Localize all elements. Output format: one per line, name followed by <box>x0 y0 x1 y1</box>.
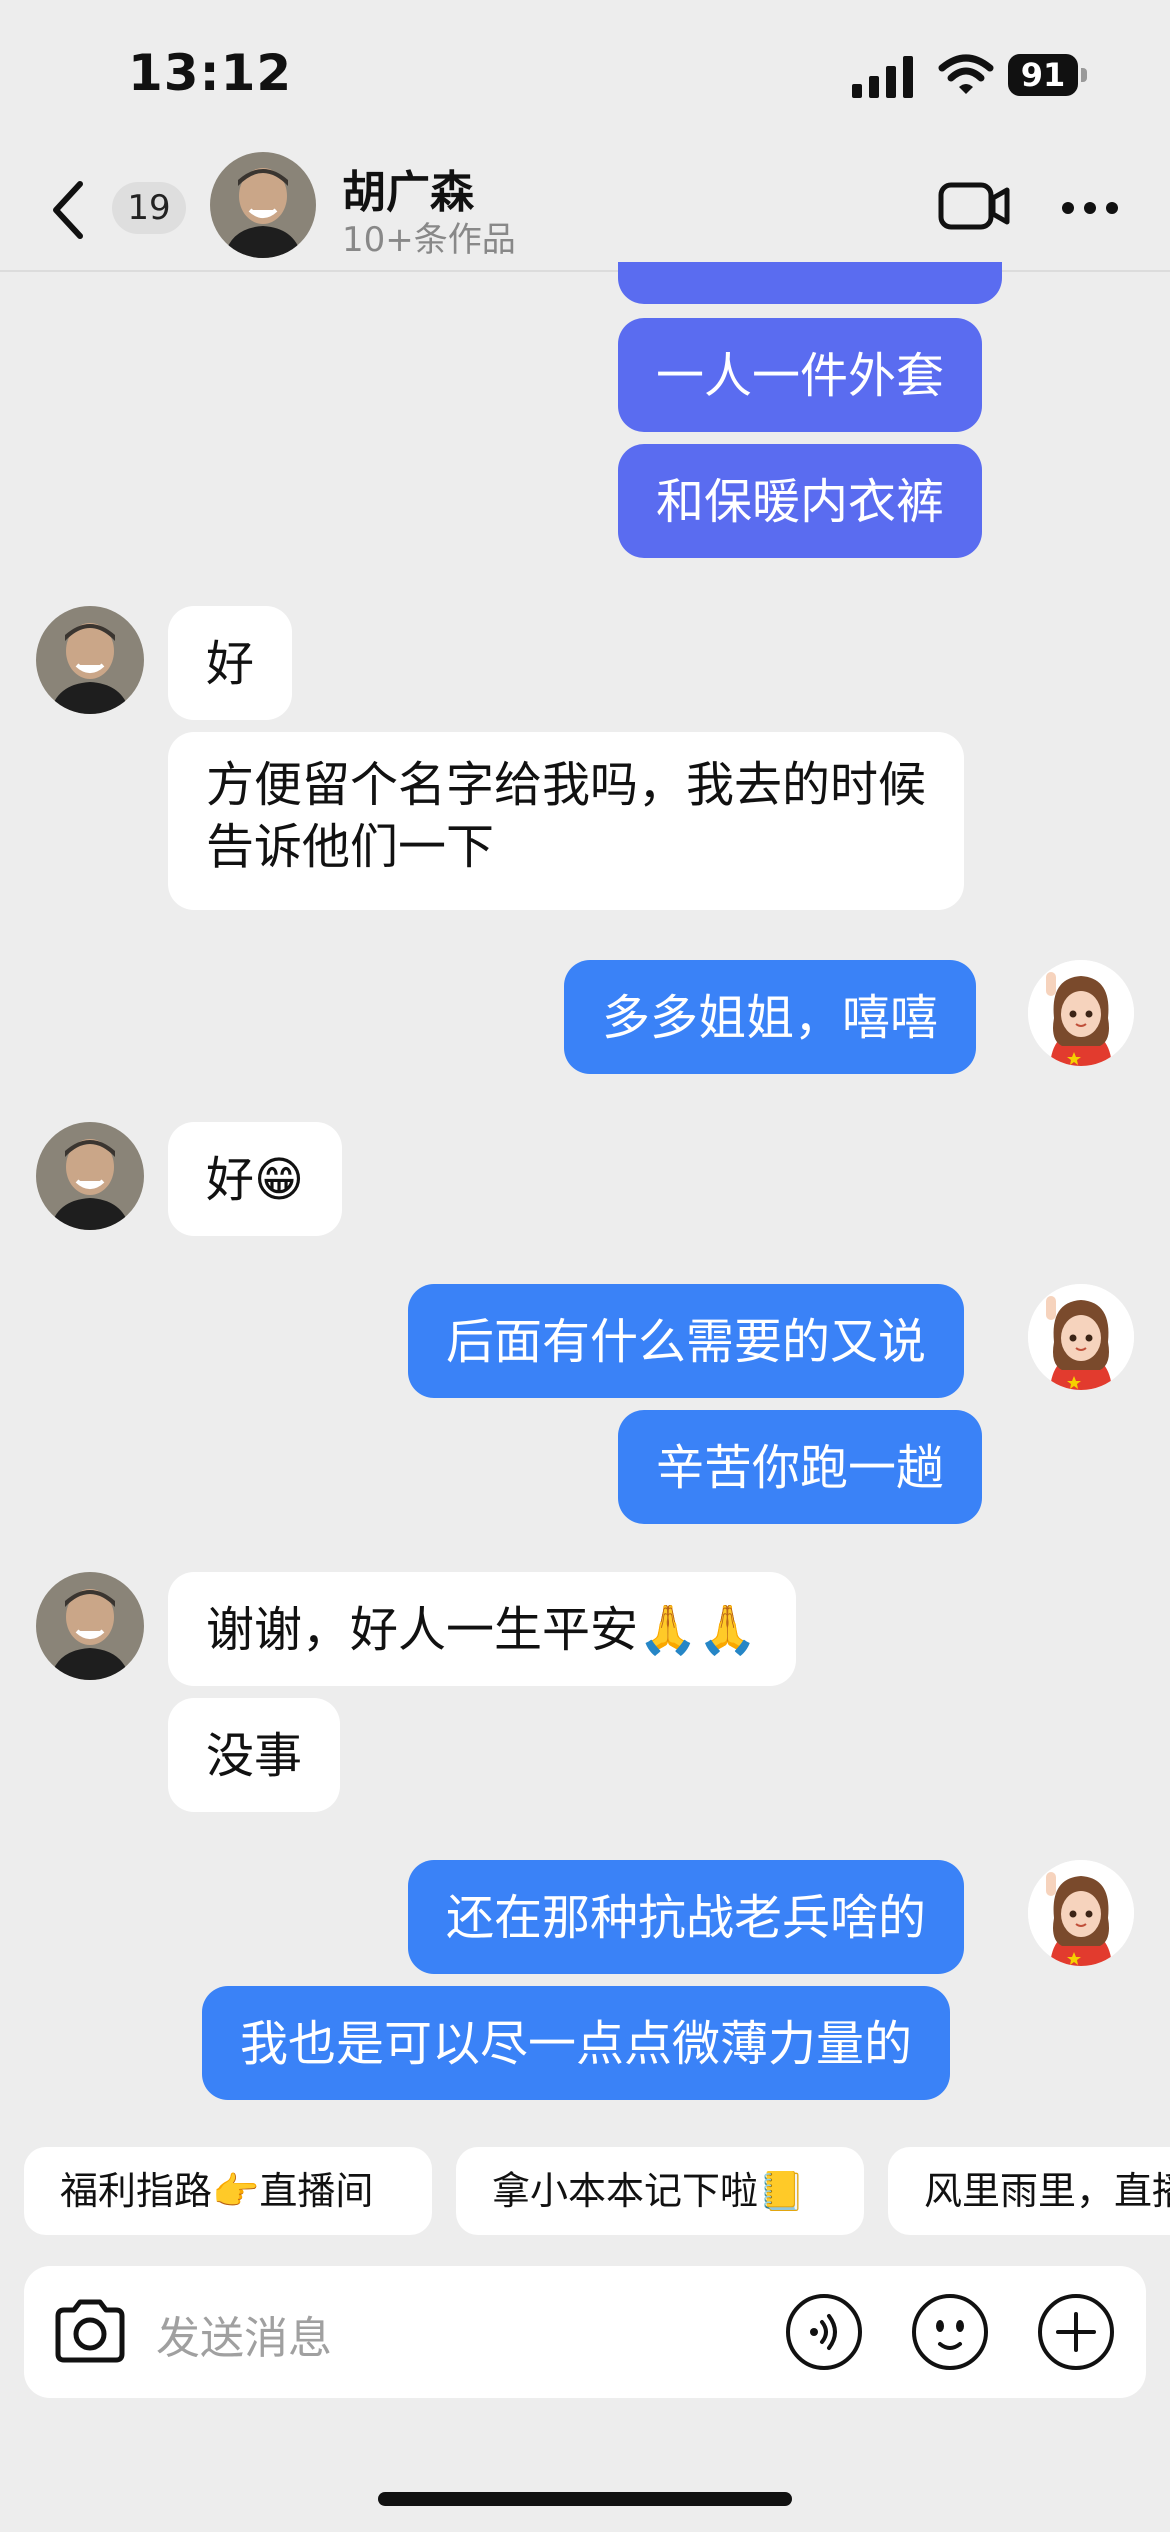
video-call-icon[interactable] <box>938 180 1010 232</box>
my-avatar[interactable] <box>1028 960 1134 1066</box>
my-avatar[interactable] <box>1028 1284 1134 1390</box>
battery-level: 91 <box>1008 54 1078 96</box>
message-out[interactable]: 还在那种抗战老兵啥的 <box>408 1860 965 1974</box>
message-in[interactable]: 没事 <box>168 1698 341 1812</box>
message-out[interactable]: 一人一件外套 <box>618 318 983 432</box>
quick-reply-chip[interactable]: 风里雨里，直播 <box>888 2147 1170 2235</box>
contact-avatar[interactable] <box>36 1572 144 1680</box>
message-in[interactable]: 谢谢，好人一生平安🙏🙏 <box>168 1572 796 1686</box>
message-in[interactable]: 好 <box>168 606 293 720</box>
camera-icon[interactable] <box>52 2296 128 2368</box>
wifi-icon <box>938 54 994 94</box>
unread-count-badge[interactable]: 19 <box>112 182 186 234</box>
message-out[interactable]: 多多姐姐，嘻嘻 <box>564 960 977 1074</box>
contact-avatar[interactable] <box>36 1122 144 1230</box>
my-avatar[interactable] <box>1028 1860 1134 1966</box>
message-line: 方便留个名字给我吗，我去的时候 <box>206 757 927 813</box>
plus-icon[interactable] <box>1036 2292 1116 2372</box>
message-in[interactable]: 方便留个名字给我吗，我去的时候 告诉他们一下 <box>168 732 965 910</box>
contact-name[interactable]: 胡广森 <box>342 156 474 220</box>
contact-avatar[interactable] <box>210 152 316 258</box>
battery-icon: 91 <box>1008 54 1088 96</box>
quick-reply-chip[interactable]: 福利指路👉直播间 <box>24 2147 432 2235</box>
back-arrow-icon[interactable] <box>48 180 88 240</box>
chat-header: 19 胡广森 10+条作品 <box>0 140 1170 272</box>
message-out[interactable]: 我也是可以尽一点点微薄力量的 <box>202 1986 951 2100</box>
message-out[interactable]: 和保暖内衣裤 <box>618 444 983 558</box>
message-line: 告诉他们一下 <box>206 819 495 875</box>
message-bubble-clipped <box>618 262 1002 304</box>
voice-input-icon[interactable] <box>784 2292 864 2372</box>
message-out[interactable]: 后面有什么需要的又说 <box>408 1284 965 1398</box>
message-input[interactable]: 发送消息 <box>156 2302 332 2366</box>
quick-reply-chip[interactable]: 拿小本本记下啦📒 <box>456 2147 864 2235</box>
message-out[interactable]: 辛苦你跑一趟 <box>618 1410 983 1524</box>
status-bar: 13:12 91 <box>0 0 1170 140</box>
status-time: 13:12 <box>128 44 293 102</box>
emoji-icon[interactable] <box>910 2292 990 2372</box>
message-in[interactable]: 好😁 <box>168 1122 343 1236</box>
home-indicator[interactable] <box>378 2492 792 2506</box>
cellular-signal-icon <box>852 56 913 98</box>
contact-works-count[interactable]: 10+条作品 <box>342 212 516 261</box>
contact-avatar[interactable] <box>36 606 144 714</box>
more-options-icon[interactable] <box>1060 200 1120 216</box>
message-input-bar: 发送消息 <box>24 2266 1146 2398</box>
